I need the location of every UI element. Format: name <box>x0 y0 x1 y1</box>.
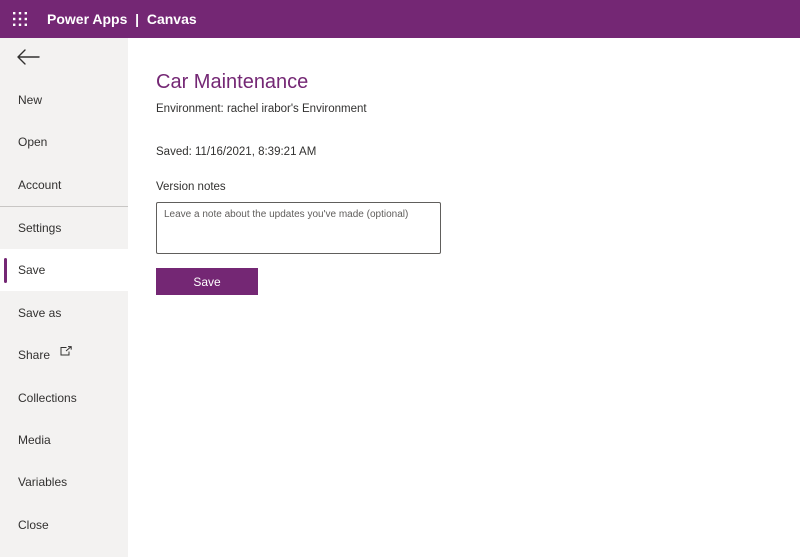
page-title: Car Maintenance <box>156 71 309 93</box>
sidebar-item-label: Share <box>18 348 51 362</box>
sidebar-item-label: Open <box>18 135 48 149</box>
save-button[interactable]: Save <box>156 268 258 295</box>
sidebar-item-share[interactable]: Share <box>0 334 128 376</box>
arrow-left-icon[interactable] <box>13 44 43 70</box>
sidebar-item-label: Variables <box>18 475 68 489</box>
app-launcher-waffle-icon[interactable] <box>0 0 40 38</box>
open-external-icon <box>60 345 72 359</box>
sidebar-item-close[interactable]: Close <box>0 504 128 546</box>
sidebar-item-save-as[interactable]: Save as <box>0 292 128 334</box>
sidebar-item-label: Save as <box>18 306 62 320</box>
backstage-sidebar: New Open Account Settings Save Save as S… <box>0 38 128 557</box>
sidebar-item-account[interactable]: Account <box>0 164 128 206</box>
version-notes-label: Version notes <box>156 181 226 193</box>
sidebar-item-label: Media <box>18 433 51 447</box>
sidebar-item-collections[interactable]: Collections <box>0 377 128 419</box>
sidebar-item-label: Collections <box>18 391 77 405</box>
environment-text: Environment: rachel irabor's Environment <box>156 103 367 115</box>
sidebar-item-label: Account <box>18 178 62 192</box>
app-title: Power Apps | Canvas <box>47 11 197 27</box>
version-notes-input[interactable] <box>156 202 441 254</box>
sidebar-item-label: Save <box>18 263 46 277</box>
save-panel: Car Maintenance Environment: rachel irab… <box>128 38 800 557</box>
sidebar-item-save[interactable]: Save <box>0 249 128 291</box>
top-bar: Power Apps | Canvas <box>0 0 800 38</box>
sidebar-item-settings[interactable]: Settings <box>0 207 128 249</box>
saved-timestamp: Saved: 11/16/2021, 8:39:21 AM <box>156 146 317 158</box>
sidebar-item-label: Settings <box>18 221 62 235</box>
sidebar-item-open[interactable]: Open <box>0 121 128 163</box>
sidebar-item-media[interactable]: Media <box>0 419 128 461</box>
sidebar-item-new[interactable]: New <box>0 79 128 121</box>
sidebar-item-label: New <box>18 93 43 107</box>
sidebar-item-label: Close <box>18 518 49 532</box>
sidebar-item-variables[interactable]: Variables <box>0 461 128 503</box>
